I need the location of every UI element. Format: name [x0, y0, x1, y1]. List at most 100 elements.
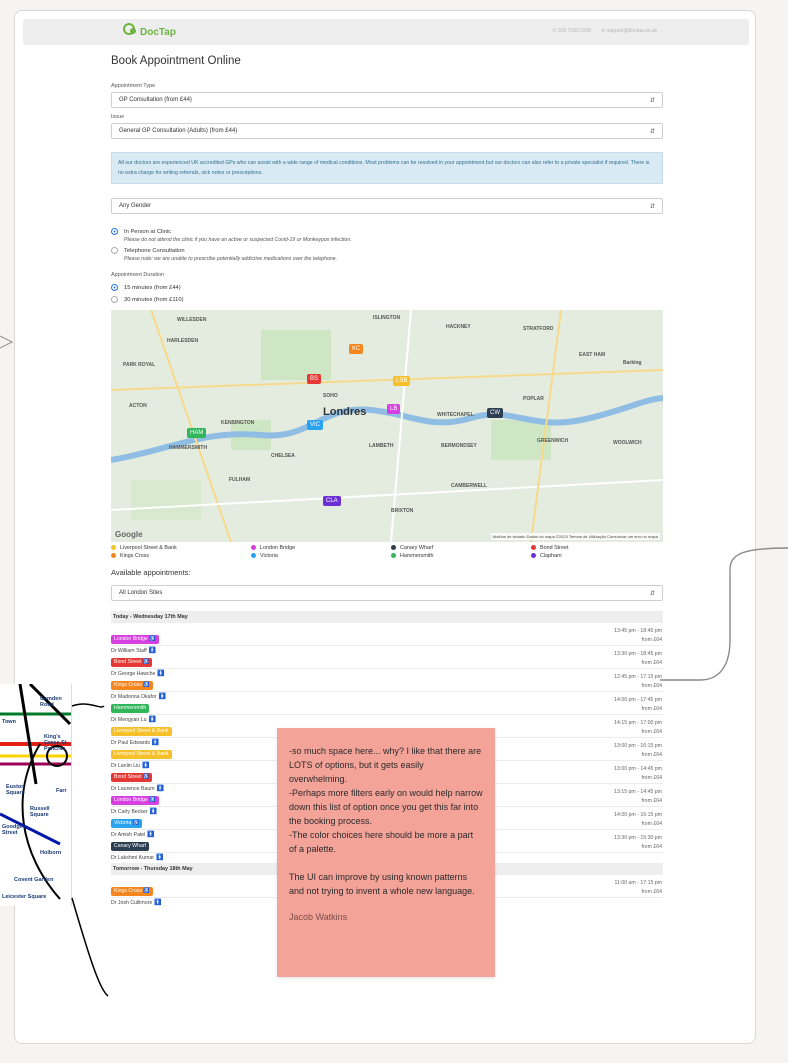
gender-select[interactable]: Any Gender ⇵ [111, 198, 663, 214]
map-pin-hammersmith[interactable]: HAM [187, 428, 207, 438]
duration-option-1[interactable]: 30 minutes (from £110) [111, 296, 663, 303]
day-heading: Today - Wednesday 17th May [111, 611, 663, 623]
map-pin-canary-wharf[interactable]: CW [487, 408, 503, 418]
appointment-row[interactable]: Bond Street ♿ Dr George Hawche 🚹 13:30 pm -… [111, 646, 663, 677]
sticky-note-text: -so much space here... why? I like that … [289, 746, 483, 896]
map-pin-bond-street[interactable]: BS [307, 374, 322, 384]
issue-select[interactable]: General GP Consultation (Adults) (from £… [111, 123, 663, 139]
legend-dot-icon [531, 545, 536, 551]
doctap-logo[interactable]: DocTap [121, 21, 176, 38]
map-legend: Liverpool Street & Bank London Bridge Cana… [111, 545, 663, 559]
legend-label: Canary Wharf [400, 545, 434, 551]
legend-label: Clapham [540, 553, 562, 559]
map-area-label: HAMMERSMITH [169, 445, 208, 451]
radio-button[interactable] [111, 284, 118, 291]
clinic-badge: London Bridge ♿ [111, 795, 159, 805]
appointment-row[interactable]: Hammersmith Dr Mengyan Lu 🚺 14:00 pm - 17:4… [111, 692, 663, 723]
map-area-label: WILLESDEN [177, 317, 207, 323]
legend-item: Clapham [531, 553, 663, 559]
google-logo: Google [115, 530, 143, 539]
clinic-badge: Canary Wharf [111, 841, 149, 851]
duration-option-label: 15 minutes (from £44) [124, 284, 181, 291]
map-area-label: SOHO [323, 393, 338, 399]
clinic-badge: Liverpool Street & Bank [111, 749, 172, 759]
map-area-label: BERMONDSEY [441, 443, 477, 449]
consultation-option-note: Please do not attend the clinic if you h… [124, 237, 352, 243]
issue-label: Issue [111, 114, 125, 120]
clinic-badge: Bond Street ♿ [111, 657, 153, 667]
radio-button[interactable] [111, 296, 118, 303]
info-alert: All our doctors are experienced UK accre… [111, 152, 663, 184]
clinic-badge: London Bridge ♿ [111, 634, 159, 644]
phone-link[interactable]: ✆ 020 7183 0200 [552, 28, 591, 34]
map-area-label: WHITECHAPEL [437, 412, 474, 418]
tube-station-label: Goodge Street [2, 824, 23, 836]
site-filter-select[interactable]: All London Sites ⇵ [111, 585, 663, 601]
map-footer[interactable]: Atalhos de teclado Dados do mapa ©2023 T… [490, 533, 660, 540]
appointment-type-select[interactable]: GP Consultation (from £44) ⇵ [111, 92, 663, 108]
page-title: Book Appointment Online [111, 55, 241, 67]
map-pin-kings-cross[interactable]: KC [349, 344, 364, 354]
appointment-price: from £64 [641, 752, 662, 758]
consultation-option-0[interactable]: In Person at Clinic [111, 228, 663, 235]
radio-button[interactable] [111, 228, 118, 235]
clinic-map[interactable]: WILLESDEN HARLESDEN PARK ROYAL ACTON HAC… [111, 310, 663, 542]
map-area-label: CHELSEA [271, 453, 295, 459]
tube-station-label: Leicester Square [2, 894, 47, 900]
map-area-label: ACTON [129, 403, 147, 409]
contact-info: ✆ 020 7183 0200 ✉ support@doctap.co.uk [552, 28, 657, 34]
tube-station-label: Euston Square [6, 784, 25, 796]
appointment-price: from £64 [641, 775, 662, 781]
map-area-label: Barking [623, 360, 642, 366]
doctor-name-text: Dr Lakshmi Kumar [111, 855, 154, 861]
map-pin-london-bridge[interactable]: LB [387, 404, 401, 414]
map-area-label: EAST HAM [579, 352, 606, 358]
appointment-price: from £64 [641, 844, 662, 850]
tube-station-label: Town [2, 719, 16, 725]
map-area-label: ISLINGTON [373, 315, 401, 321]
consultation-option-1[interactable]: Telephone Consultation [111, 247, 663, 254]
legend-label: Victoria [260, 553, 278, 559]
map-area-label: WOOLWICH [613, 440, 642, 446]
appointment-row[interactable]: London Bridge ♿ Dr William Staff 🚹 13:45 pm… [111, 623, 663, 654]
map-area-label: KENSINGTON [221, 420, 255, 426]
legend-dot-icon [391, 553, 396, 559]
map-area-label: FULHAM [229, 477, 251, 483]
map-pin-clapham[interactable]: CLA [323, 496, 341, 506]
appointment-time: 13:30 pm - 15:30 pm [614, 835, 662, 841]
tube-map-overlay: Camden Road Town King's Cross St. Pancra… [0, 684, 72, 906]
appointment-row[interactable]: Kings Cross ♿ Dr Madonna Okafor 🚺 12:45 pm … [111, 669, 663, 700]
legend-item: Liverpool Street & Bank [111, 545, 251, 551]
map-pin-victoria[interactable]: VIC [307, 420, 324, 430]
tube-station-label: Holborn [40, 850, 62, 856]
appointment-time: 13:00 pm - 16:15 pm [614, 743, 662, 749]
legend-dot-icon [111, 553, 116, 559]
clinic-badge: Bond Street ♿ [111, 772, 153, 782]
legend-dot-icon [251, 553, 256, 559]
appointment-price: from £64 [641, 729, 662, 735]
consultation-option-label: In Person at Clinic [124, 228, 172, 235]
site-header: DocTap ✆ 020 7183 0200 ✉ support@doctap.… [23, 19, 749, 45]
map-area-label: BRIXTON [391, 508, 414, 514]
consultation-option-note: Please note: we are unable to prescribe … [124, 256, 338, 262]
male-icon: 🚹 [154, 900, 162, 906]
email-link[interactable]: ✉ support@doctap.co.uk [601, 28, 657, 34]
duration-label: Appointment Duration [111, 272, 165, 278]
appointment-price: from £64 [641, 798, 662, 804]
clinic-badge: Kings Cross ♿ [111, 886, 153, 896]
feedback-sticky-note: -so much space here... why? I like that … [277, 728, 495, 977]
legend-dot-icon [391, 545, 396, 551]
legend-item: Canary Wharf [391, 545, 531, 551]
duration-option-0[interactable]: 15 minutes (from £44) [111, 284, 663, 291]
map-area-label: HACKNEY [446, 324, 471, 330]
legend-dot-icon [251, 545, 256, 551]
map-area-label: CAMBERWELL [451, 483, 488, 489]
appointment-time: 13:45 pm - 18:45 pm [614, 628, 662, 634]
radio-button[interactable] [111, 247, 118, 254]
legend-item: Bond Street [531, 545, 663, 551]
doctor-name-text: Dr Josh Cullimore [111, 900, 153, 906]
map-area-label: GREENWICH [537, 438, 569, 444]
tube-station-label: King's Cross St. Pancras [44, 734, 69, 752]
duration-options: 15 minutes (from £44) 30 minutes (from £1… [111, 284, 663, 303]
map-pin-liverpool-street[interactable]: LSB [393, 376, 411, 386]
